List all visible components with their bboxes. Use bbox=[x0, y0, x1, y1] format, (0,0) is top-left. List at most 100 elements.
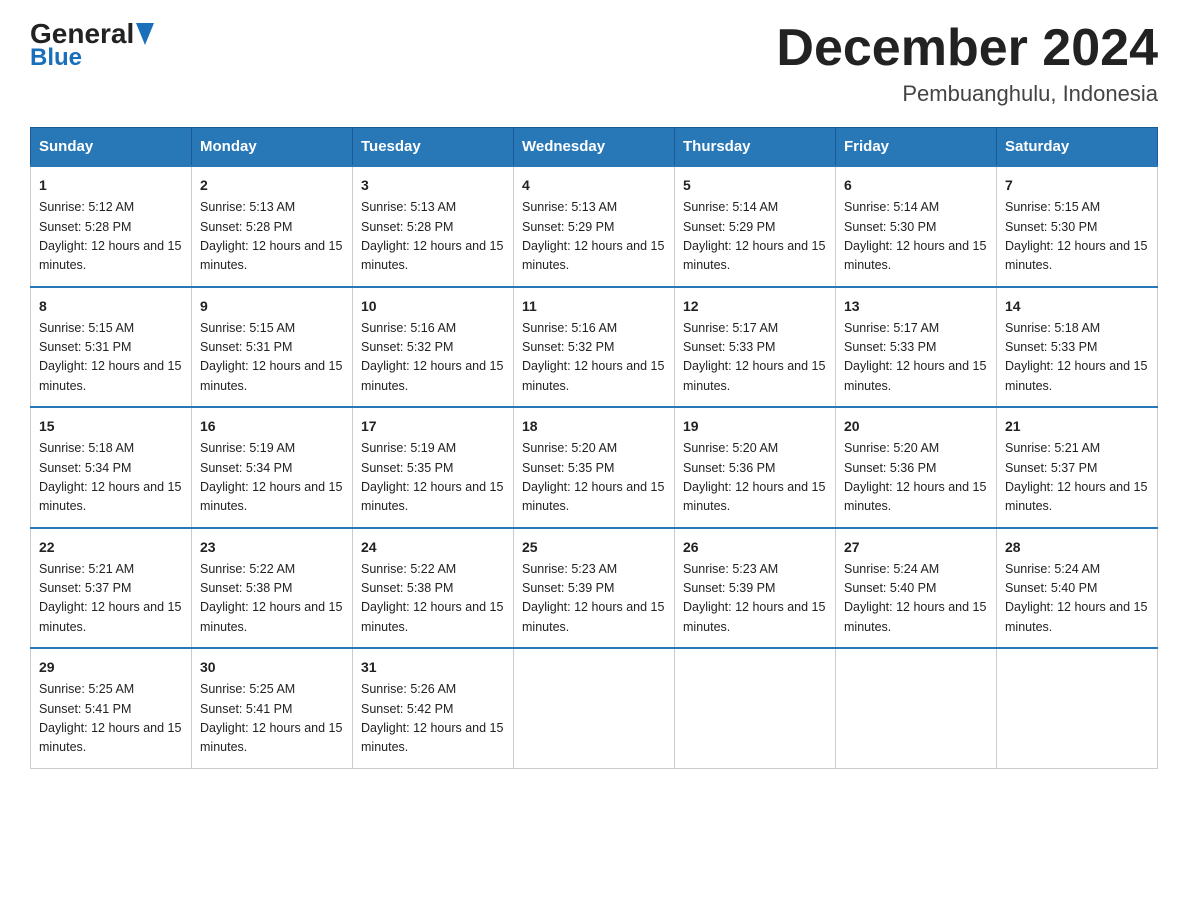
calendar-cell: 23Sunrise: 5:22 AMSunset: 5:38 PMDayligh… bbox=[192, 528, 353, 649]
calendar-cell: 6 Sunrise: 5:14 AMSunset: 5:30 PMDaylight… bbox=[836, 166, 997, 287]
day-info: Sunrise: 5:17 AMSunset: 5:33 PMDaylight:… bbox=[683, 321, 825, 393]
day-number: 6 bbox=[844, 175, 988, 196]
day-info: Sunrise: 5:24 AMSunset: 5:40 PMDaylight:… bbox=[1005, 562, 1147, 634]
calendar-cell: 7 Sunrise: 5:15 AMSunset: 5:30 PMDaylight… bbox=[997, 166, 1158, 287]
day-info: Sunrise: 5:21 AMSunset: 5:37 PMDaylight:… bbox=[1005, 441, 1147, 513]
day-number: 4 bbox=[522, 175, 666, 196]
calendar-cell: 19 Sunrise: 5:20 AMSunset: 5:36 PMDayligh… bbox=[675, 407, 836, 528]
day-number: 29 bbox=[39, 657, 183, 678]
day-number: 24 bbox=[361, 537, 505, 558]
day-info: Sunrise: 5:20 AMSunset: 5:35 PMDaylight:… bbox=[522, 441, 664, 513]
day-info: Sunrise: 5:26 AMSunset: 5:42 PMDaylight:… bbox=[361, 682, 503, 754]
calendar-cell: 30Sunrise: 5:25 AMSunset: 5:41 PMDayligh… bbox=[192, 648, 353, 768]
day-info: Sunrise: 5:18 AMSunset: 5:33 PMDaylight:… bbox=[1005, 321, 1147, 393]
day-number: 1 bbox=[39, 175, 183, 196]
day-number: 11 bbox=[522, 296, 666, 317]
day-number: 10 bbox=[361, 296, 505, 317]
col-monday: Monday bbox=[192, 128, 353, 167]
calendar-cell: 24Sunrise: 5:22 AMSunset: 5:38 PMDayligh… bbox=[353, 528, 514, 649]
day-number: 28 bbox=[1005, 537, 1149, 558]
day-number: 16 bbox=[200, 416, 344, 437]
day-number: 2 bbox=[200, 175, 344, 196]
calendar-cell: 26Sunrise: 5:23 AMSunset: 5:39 PMDayligh… bbox=[675, 528, 836, 649]
calendar-title: December 2024 bbox=[776, 20, 1158, 77]
col-wednesday: Wednesday bbox=[514, 128, 675, 167]
day-info: Sunrise: 5:20 AMSunset: 5:36 PMDaylight:… bbox=[844, 441, 986, 513]
day-info: Sunrise: 5:22 AMSunset: 5:38 PMDaylight:… bbox=[200, 562, 342, 634]
calendar-cell: 29 Sunrise: 5:25 AMSunset: 5:41 PMDayligh… bbox=[31, 648, 192, 768]
day-number: 8 bbox=[39, 296, 183, 317]
logo: General Blue bbox=[30, 20, 154, 70]
day-number: 12 bbox=[683, 296, 827, 317]
col-tuesday: Tuesday bbox=[353, 128, 514, 167]
day-info: Sunrise: 5:19 AMSunset: 5:34 PMDaylight:… bbox=[200, 441, 342, 513]
calendar-cell: 4Sunrise: 5:13 AMSunset: 5:29 PMDaylight… bbox=[514, 166, 675, 287]
day-number: 17 bbox=[361, 416, 505, 437]
day-number: 22 bbox=[39, 537, 183, 558]
calendar-cell: 31 Sunrise: 5:26 AMSunset: 5:42 PMDayligh… bbox=[353, 648, 514, 768]
calendar-cell bbox=[675, 648, 836, 768]
calendar-cell: 15Sunrise: 5:18 AMSunset: 5:34 PMDayligh… bbox=[31, 407, 192, 528]
day-number: 20 bbox=[844, 416, 988, 437]
day-info: Sunrise: 5:14 AMSunset: 5:30 PMDaylight:… bbox=[844, 200, 986, 272]
calendar-cell: 8Sunrise: 5:15 AMSunset: 5:31 PMDaylight… bbox=[31, 287, 192, 408]
calendar-cell: 5 Sunrise: 5:14 AMSunset: 5:29 PMDaylight… bbox=[675, 166, 836, 287]
day-info: Sunrise: 5:13 AMSunset: 5:28 PMDaylight:… bbox=[361, 200, 503, 272]
day-number: 27 bbox=[844, 537, 988, 558]
day-number: 9 bbox=[200, 296, 344, 317]
calendar-cell: 27 Sunrise: 5:24 AMSunset: 5:40 PMDayligh… bbox=[836, 528, 997, 649]
day-info: Sunrise: 5:16 AMSunset: 5:32 PMDaylight:… bbox=[522, 321, 664, 393]
calendar-cell: 13 Sunrise: 5:17 AMSunset: 5:33 PMDayligh… bbox=[836, 287, 997, 408]
day-info: Sunrise: 5:21 AMSunset: 5:37 PMDaylight:… bbox=[39, 562, 181, 634]
calendar-cell: 20 Sunrise: 5:20 AMSunset: 5:36 PMDayligh… bbox=[836, 407, 997, 528]
week-row-5: 29 Sunrise: 5:25 AMSunset: 5:41 PMDayligh… bbox=[31, 648, 1158, 768]
day-number: 31 bbox=[361, 657, 505, 678]
day-info: Sunrise: 5:25 AMSunset: 5:41 PMDaylight:… bbox=[200, 682, 342, 754]
day-info: Sunrise: 5:23 AMSunset: 5:39 PMDaylight:… bbox=[522, 562, 664, 634]
week-row-3: 15Sunrise: 5:18 AMSunset: 5:34 PMDayligh… bbox=[31, 407, 1158, 528]
calendar-cell: 2 Sunrise: 5:13 AMSunset: 5:28 PMDaylight… bbox=[192, 166, 353, 287]
day-info: Sunrise: 5:24 AMSunset: 5:40 PMDaylight:… bbox=[844, 562, 986, 634]
calendar-cell bbox=[836, 648, 997, 768]
week-row-4: 22 Sunrise: 5:21 AMSunset: 5:37 PMDayligh… bbox=[31, 528, 1158, 649]
calendar-cell: 11 Sunrise: 5:16 AMSunset: 5:32 PMDayligh… bbox=[514, 287, 675, 408]
week-row-1: 1Sunrise: 5:12 AMSunset: 5:28 PMDaylight… bbox=[31, 166, 1158, 287]
day-number: 19 bbox=[683, 416, 827, 437]
day-info: Sunrise: 5:25 AMSunset: 5:41 PMDaylight:… bbox=[39, 682, 181, 754]
calendar-cell: 17 Sunrise: 5:19 AMSunset: 5:35 PMDayligh… bbox=[353, 407, 514, 528]
logo-blue-text: Blue bbox=[30, 46, 82, 70]
calendar-header-row: Sunday Monday Tuesday Wednesday Thursday… bbox=[31, 128, 1158, 167]
day-number: 15 bbox=[39, 416, 183, 437]
day-info: Sunrise: 5:13 AMSunset: 5:28 PMDaylight:… bbox=[200, 200, 342, 272]
calendar-cell: 1Sunrise: 5:12 AMSunset: 5:28 PMDaylight… bbox=[31, 166, 192, 287]
calendar-table: Sunday Monday Tuesday Wednesday Thursday… bbox=[30, 127, 1158, 769]
calendar-cell: 12 Sunrise: 5:17 AMSunset: 5:33 PMDayligh… bbox=[675, 287, 836, 408]
day-number: 26 bbox=[683, 537, 827, 558]
page-header: General Blue December 2024 Pembuanghulu,… bbox=[30, 20, 1158, 107]
day-info: Sunrise: 5:14 AMSunset: 5:29 PMDaylight:… bbox=[683, 200, 825, 272]
calendar-subtitle: Pembuanghulu, Indonesia bbox=[776, 81, 1158, 107]
week-row-2: 8Sunrise: 5:15 AMSunset: 5:31 PMDaylight… bbox=[31, 287, 1158, 408]
calendar-cell: 14 Sunrise: 5:18 AMSunset: 5:33 PMDayligh… bbox=[997, 287, 1158, 408]
calendar-cell: 28 Sunrise: 5:24 AMSunset: 5:40 PMDayligh… bbox=[997, 528, 1158, 649]
calendar-cell: 9Sunrise: 5:15 AMSunset: 5:31 PMDaylight… bbox=[192, 287, 353, 408]
day-number: 7 bbox=[1005, 175, 1149, 196]
day-info: Sunrise: 5:15 AMSunset: 5:30 PMDaylight:… bbox=[1005, 200, 1147, 272]
day-number: 18 bbox=[522, 416, 666, 437]
calendar-cell: 16 Sunrise: 5:19 AMSunset: 5:34 PMDayligh… bbox=[192, 407, 353, 528]
day-info: Sunrise: 5:16 AMSunset: 5:32 PMDaylight:… bbox=[361, 321, 503, 393]
day-number: 5 bbox=[683, 175, 827, 196]
title-block: December 2024 Pembuanghulu, Indonesia bbox=[776, 20, 1158, 107]
day-info: Sunrise: 5:17 AMSunset: 5:33 PMDaylight:… bbox=[844, 321, 986, 393]
col-sunday: Sunday bbox=[31, 128, 192, 167]
calendar-cell bbox=[514, 648, 675, 768]
day-info: Sunrise: 5:20 AMSunset: 5:36 PMDaylight:… bbox=[683, 441, 825, 513]
day-number: 21 bbox=[1005, 416, 1149, 437]
col-saturday: Saturday bbox=[997, 128, 1158, 167]
day-number: 13 bbox=[844, 296, 988, 317]
day-number: 3 bbox=[361, 175, 505, 196]
day-info: Sunrise: 5:19 AMSunset: 5:35 PMDaylight:… bbox=[361, 441, 503, 513]
calendar-cell: 10 Sunrise: 5:16 AMSunset: 5:32 PMDayligh… bbox=[353, 287, 514, 408]
day-number: 14 bbox=[1005, 296, 1149, 317]
calendar-cell: 21 Sunrise: 5:21 AMSunset: 5:37 PMDayligh… bbox=[997, 407, 1158, 528]
